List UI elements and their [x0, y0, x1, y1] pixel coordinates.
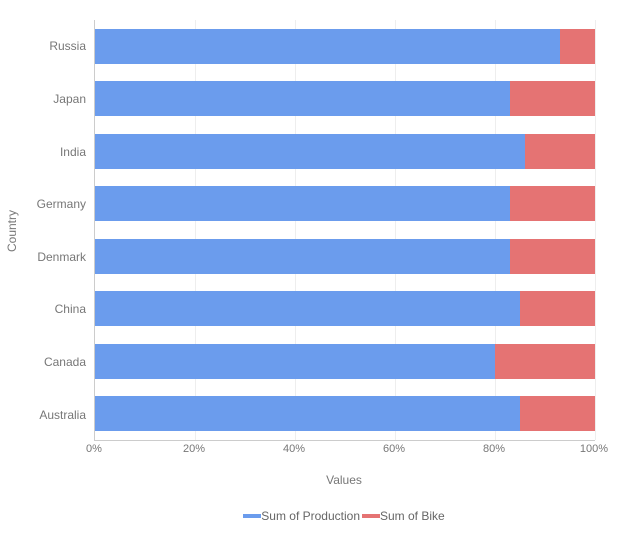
bar-segment-production — [95, 186, 510, 221]
bar-segment-production — [95, 239, 510, 274]
legend-label-production: Sum of Production — [261, 509, 360, 523]
legend-item-production: Sum of Production — [243, 509, 360, 523]
bar-segment-bike — [520, 291, 595, 326]
bar-segment-bike — [495, 344, 595, 379]
legend: Sum of Production Sum of Bike — [94, 509, 594, 523]
bar — [95, 291, 595, 326]
bar-segment-production — [95, 134, 525, 169]
gridline — [595, 20, 596, 440]
bar-segment-production — [95, 291, 520, 326]
x-axis-tick: 100% — [580, 443, 608, 455]
y-axis-title: Country — [5, 209, 19, 251]
y-axis-title-container: Country — [0, 20, 24, 441]
legend-swatch-production — [243, 511, 261, 521]
x-axis-tick: 60% — [383, 443, 405, 455]
bar-segment-bike — [560, 29, 595, 64]
x-axis-tick: 40% — [283, 443, 305, 455]
x-axis: 0%20%40%60%80%100% — [94, 441, 594, 459]
y-axis-label: Denmark — [24, 231, 94, 284]
bar — [95, 344, 595, 379]
bar-row — [95, 335, 595, 388]
bars-container — [95, 20, 595, 440]
legend-item-bike: Sum of Bike — [362, 509, 445, 523]
bar-segment-bike — [520, 396, 595, 431]
y-axis-label: Australia — [24, 388, 94, 441]
bar — [95, 81, 595, 116]
y-axis-label: Russia — [24, 20, 94, 73]
y-axis-label: Germany — [24, 178, 94, 231]
bar-row — [95, 178, 595, 231]
legend-label-bike: Sum of Bike — [380, 509, 445, 523]
bar — [95, 239, 595, 274]
chart: Country RussiaJapanIndiaGermanyDenmarkCh… — [0, 0, 635, 552]
bar-row — [95, 125, 595, 178]
bar-segment-bike — [510, 239, 595, 274]
bar-segment-production — [95, 81, 510, 116]
bar-segment-bike — [525, 134, 595, 169]
bar — [95, 186, 595, 221]
plot-row: Country RussiaJapanIndiaGermanyDenmarkCh… — [0, 20, 635, 441]
bar-segment-bike — [510, 186, 595, 221]
x-axis-title: Values — [94, 473, 594, 487]
bar-segment-production — [95, 29, 560, 64]
bar-segment-production — [95, 396, 520, 431]
bar — [95, 396, 595, 431]
y-axis-labels: RussiaJapanIndiaGermanyDenmarkChinaCanad… — [24, 20, 94, 441]
bar-segment-production — [95, 344, 495, 379]
x-axis-tick: 20% — [183, 443, 205, 455]
y-axis-label: Japan — [24, 73, 94, 126]
bar-segment-bike — [510, 81, 595, 116]
x-axis-tick: 0% — [86, 443, 102, 455]
legend-swatch-bike — [362, 511, 380, 521]
bar — [95, 134, 595, 169]
y-axis-label: India — [24, 125, 94, 178]
bar-row — [95, 283, 595, 336]
y-axis-label: China — [24, 283, 94, 336]
bar-row — [95, 388, 595, 441]
bar-row — [95, 20, 595, 73]
y-axis-label: Canada — [24, 336, 94, 389]
x-axis-tick: 80% — [483, 443, 505, 455]
bar — [95, 29, 595, 64]
plot-area — [94, 20, 595, 441]
bar-row — [95, 73, 595, 126]
bar-row — [95, 230, 595, 283]
